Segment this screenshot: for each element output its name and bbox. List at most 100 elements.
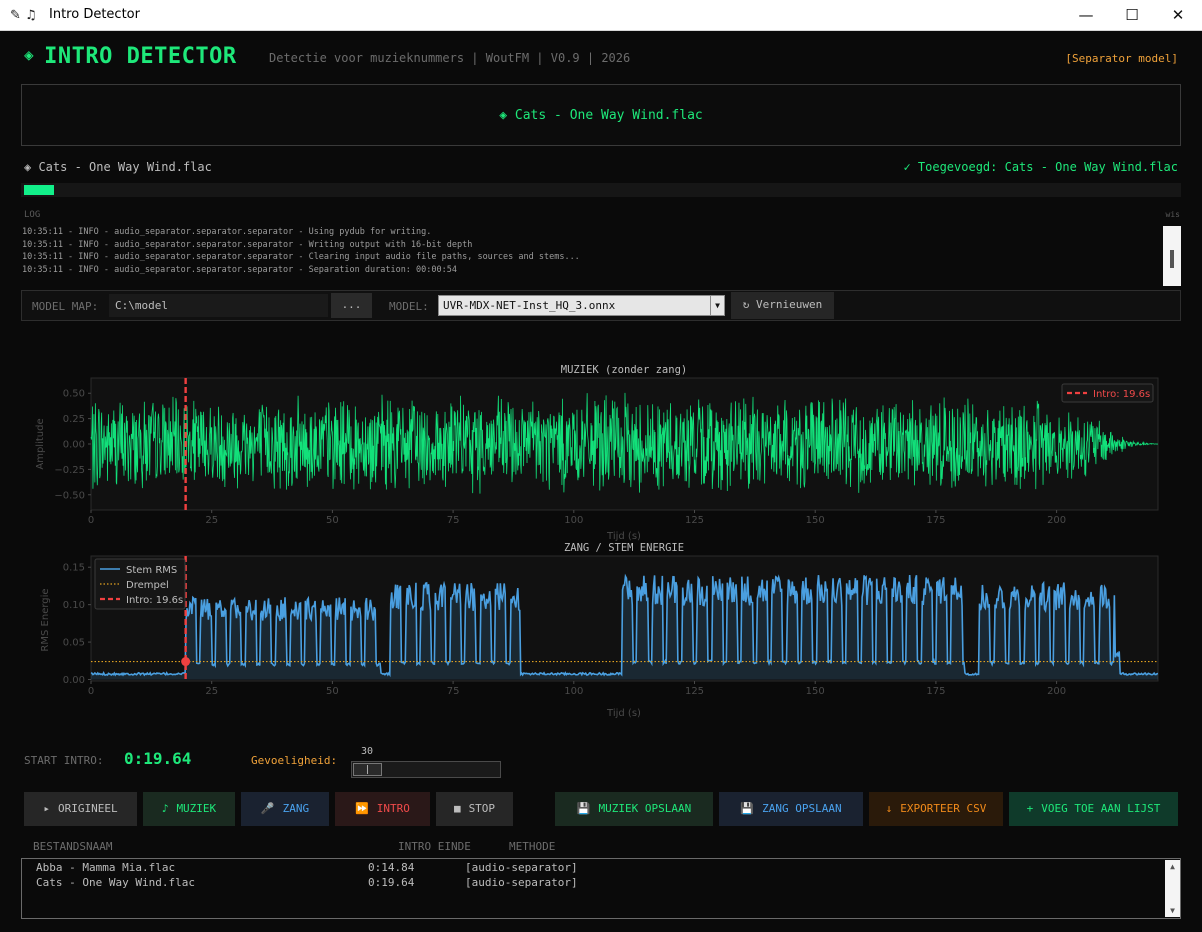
y-tick-label: 0.25 — [63, 414, 85, 425]
x-tick-label: 100 — [564, 515, 583, 526]
plus-icon: + — [1026, 802, 1034, 815]
results-table: Abba - Mamma Mia.flac 0:14.84 [audio-sep… — [21, 858, 1181, 919]
x-tick-label: 75 — [447, 686, 460, 697]
x-tick-label: 200 — [1047, 686, 1066, 697]
column-header-intro-end[interactable]: INTRO EINDE — [398, 840, 471, 853]
app-title-text: INTRO DETECTOR — [44, 44, 237, 69]
y-tick-label: −0.50 — [54, 490, 85, 501]
x-tick-label: 50 — [326, 515, 339, 526]
music-y-label: Amplitude — [35, 418, 46, 469]
vocal-legend-threshold: Drempel — [126, 580, 169, 591]
now-playing-panel: ◈ Cats - One Way Wind.flac — [21, 84, 1181, 146]
x-tick-label: 25 — [205, 686, 218, 697]
log-area: 10:35:11 - INFO - audio_separator.separa… — [21, 222, 1163, 286]
column-header-filename[interactable]: BESTANDSNAAM — [33, 840, 112, 853]
cell-filename: Cats - One Way Wind.flac — [36, 876, 195, 889]
export-csv-button[interactable]: ↓ EXPORTEER CSV — [869, 792, 1003, 826]
vocal-button-label: ZANG — [282, 802, 310, 815]
current-file: ◈ Cats - One Way Wind.flac — [24, 160, 212, 174]
cell-method: [audio-separator] — [465, 876, 578, 889]
save-music-button-label: MUZIEK OPSLAAN — [598, 802, 692, 815]
model-map-input[interactable]: C:\model — [109, 294, 328, 317]
table-scrollbar[interactable]: ▲ ▼ — [1165, 860, 1180, 917]
fast-forward-icon: ⏩ — [355, 802, 369, 815]
log-label: LOG — [24, 210, 41, 220]
x-tick-label: 200 — [1047, 515, 1066, 526]
diamond-icon: ◈ — [24, 45, 35, 64]
sensitivity-slider-thumb[interactable] — [353, 763, 382, 776]
model-label: MODEL: — [389, 300, 429, 313]
intro-marker-dot — [181, 657, 191, 667]
floppy-disk-icon: 💾 — [576, 802, 591, 815]
sensitivity-value: 30 — [361, 746, 374, 757]
music-button-label: MUZIEK — [176, 802, 217, 815]
charts-panel: MUZIEK (zonder zang) Tijd (s) Amplitude … — [35, 364, 1159, 719]
model-map-label: MODEL MAP: — [32, 300, 99, 313]
cell-intro-end: 0:19.64 — [368, 876, 415, 889]
export-csv-button-label: EXPORTEER CSV — [900, 802, 987, 815]
y-tick-label: 0.05 — [63, 638, 85, 649]
y-tick-label: −0.25 — [54, 465, 85, 476]
minimize-icon[interactable]: — — [1063, 0, 1109, 31]
vocal-y-label: RMS Energie — [40, 588, 51, 651]
vocal-chart: ZANG / STEM ENERGIE Tijd (s) RMS Energie… — [40, 542, 1159, 719]
scroll-down-icon[interactable]: ▼ — [1165, 906, 1180, 915]
x-tick-label: 125 — [685, 515, 704, 526]
music-legend: Intro: 19.6s — [1061, 383, 1154, 403]
music-chart-title: MUZIEK (zonder zang) — [561, 364, 687, 376]
added-message: ✓ Toegevoegd: Cats - One Way Wind.flac — [903, 160, 1178, 174]
vocal-x-label: Tijd (s) — [606, 708, 641, 719]
window-title: Intro Detector — [49, 7, 140, 22]
progress-fill — [24, 185, 54, 195]
table-row[interactable]: Abba - Mamma Mia.flac 0:14.84 [audio-sep… — [36, 861, 1156, 876]
stop-button[interactable]: ■ STOP — [436, 792, 513, 826]
cell-method: [audio-separator] — [465, 861, 578, 874]
save-music-button[interactable]: 💾 MUZIEK OPSLAAN — [555, 792, 713, 826]
play-icon: ▸ — [43, 802, 50, 815]
x-tick-label: 175 — [926, 515, 945, 526]
progress-bar — [21, 183, 1181, 197]
original-button[interactable]: ▸ ORIGINEEL — [24, 792, 137, 826]
intro-button[interactable]: ⏩ INTRO — [335, 792, 430, 826]
model-select[interactable]: UVR-MDX-NET-Inst_HQ_3.onnx ▼ — [438, 295, 725, 316]
original-button-label: ORIGINEEL — [58, 802, 118, 815]
x-tick-label: 150 — [806, 686, 825, 697]
music-button[interactable]: ♪ MUZIEK — [143, 792, 235, 826]
x-tick-label: 75 — [447, 515, 460, 526]
sensitivity-slider[interactable] — [351, 761, 501, 778]
stop-icon: ■ — [453, 802, 461, 815]
cell-filename: Abba - Mamma Mia.flac — [36, 861, 176, 874]
start-intro-value: 0:19.64 — [124, 749, 192, 768]
table-row[interactable]: Cats - One Way Wind.flac 0:19.64 [audio-… — [36, 876, 1156, 891]
y-tick-label: 0.50 — [63, 389, 85, 400]
chevron-down-icon[interactable]: ▼ — [710, 296, 724, 315]
maximize-icon[interactable]: ☐ — [1109, 0, 1155, 31]
x-tick-label: 0 — [88, 515, 94, 526]
y-tick-label: 0.00 — [63, 440, 85, 451]
model-bar: MODEL MAP: C:\model ... MODEL: UVR-MDX-N… — [21, 290, 1181, 321]
app-title: ◈ INTRO DETECTOR — [24, 44, 237, 69]
column-header-method[interactable]: METHODE — [509, 840, 555, 853]
vocal-legend-rms: Stem RMS — [126, 565, 177, 576]
y-tick-label: 0.00 — [63, 675, 85, 686]
title-bar: ✎ ♫ Intro Detector — ☐ ✕ — [0, 0, 1202, 31]
log-clear-button[interactable]: wis — [1166, 210, 1180, 219]
vocal-button[interactable]: 🎤 ZANG — [241, 792, 329, 826]
start-intro-label: START INTRO: — [24, 754, 104, 767]
save-vocal-button[interactable]: 💾 ZANG OPSLAAN — [719, 792, 863, 826]
music-chart: MUZIEK (zonder zang) Tijd (s) Amplitude … — [35, 364, 1159, 542]
browse-button[interactable]: ... — [331, 293, 372, 318]
scroll-up-icon[interactable]: ▲ — [1165, 862, 1180, 871]
refresh-button[interactable]: ↻ Vernieuwen — [731, 292, 834, 319]
x-tick-label: 100 — [564, 686, 583, 697]
stop-button-label: STOP — [468, 802, 496, 815]
close-icon[interactable]: ✕ — [1155, 0, 1201, 31]
log-line: 10:35:11 - INFO - audio_separator.separa… — [22, 239, 473, 250]
log-scroll-thumb[interactable] — [1170, 250, 1174, 268]
model-select-value: UVR-MDX-NET-Inst_HQ_3.onnx — [443, 299, 616, 312]
log-scrollbar[interactable] — [1163, 226, 1181, 286]
model-tag: [Separator model] — [1065, 52, 1178, 65]
add-to-list-button-label: VOEG TOE AAN LIJST — [1041, 802, 1161, 815]
add-to-list-button[interactable]: + VOEG TOE AAN LIJST — [1009, 792, 1178, 826]
save-vocal-button-label: ZANG OPSLAAN — [762, 802, 842, 815]
